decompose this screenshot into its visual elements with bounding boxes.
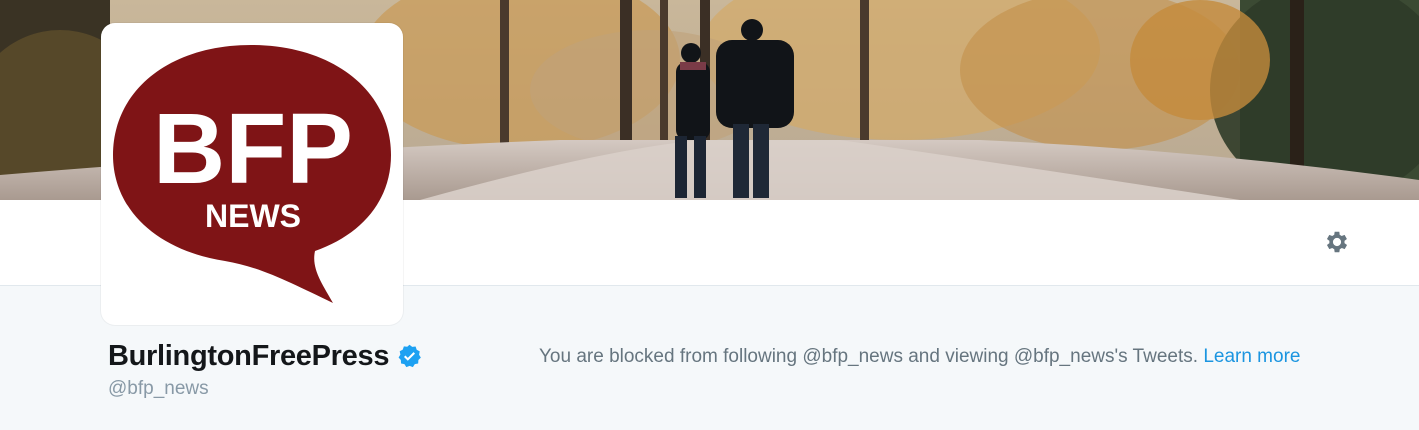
bfp-news-logo: BFP NEWS xyxy=(113,45,391,303)
blocked-notice: You are blocked from following @bfp_news… xyxy=(539,346,1300,368)
gear-icon[interactable] xyxy=(1323,228,1351,256)
learn-more-link[interactable]: Learn more xyxy=(1203,346,1300,367)
logo-text-sub: NEWS xyxy=(205,198,301,234)
logo-text-main: BFP xyxy=(153,93,353,205)
blocked-notice-text: You are blocked from following @bfp_news… xyxy=(539,346,1199,367)
profile-name-row: BurlingtonFreePress xyxy=(108,340,423,373)
profile-avatar[interactable]: BFP NEWS xyxy=(101,23,403,325)
profile-name[interactable]: BurlingtonFreePress xyxy=(108,340,389,373)
profile-handle[interactable]: @bfp_news xyxy=(108,378,209,400)
verified-badge-icon[interactable] xyxy=(396,343,423,370)
